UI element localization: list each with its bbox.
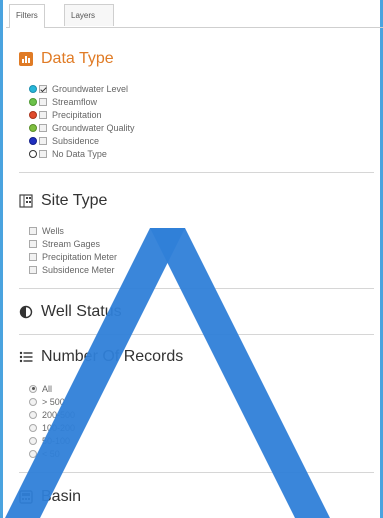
data-type-item-streamflow[interactable]: Streamflow: [29, 96, 97, 107]
records-option-lt-50[interactable]: < 50: [29, 448, 60, 459]
gt-500-radio[interactable]: [29, 397, 37, 406]
no-data-type-checkbox[interactable]: [39, 149, 47, 158]
half-circle-icon: [19, 305, 33, 319]
building-icon: [19, 194, 33, 208]
records-option-all[interactable]: All: [29, 383, 52, 394]
filter-panel: Filters Layers Data Type Groundwater Lev…: [0, 0, 383, 518]
records-option-gt-500[interactable]: > 500: [29, 396, 65, 407]
subsidence-meter-checkbox[interactable]: [29, 265, 37, 274]
basin-header[interactable]: Basin: [19, 488, 81, 506]
bar-chart-icon: [19, 52, 33, 66]
data-type-label: Streamflow: [52, 96, 98, 107]
data-type-label: No Data Type: [52, 148, 107, 159]
site-type-label: Subsidence Meter: [42, 264, 115, 275]
site-type-item-precipitation-meter[interactable]: Precipitation Meter: [29, 251, 117, 262]
precipitation-dot-icon: [29, 110, 37, 119]
subsidence-checkbox[interactable]: [39, 136, 47, 145]
data-type-item-no-data-type[interactable]: No Data Type: [29, 148, 107, 159]
number-of-records-title: Number Of Records: [41, 348, 184, 365]
records-option-label: > 500: [42, 396, 65, 407]
records-option-label: 50-100: [42, 435, 71, 446]
data-type-item-groundwater-level[interactable]: Groundwater Level: [29, 83, 128, 94]
tab-filters[interactable]: Filters: [9, 4, 45, 28]
well-status-header[interactable]: Well Status: [19, 303, 122, 321]
site-type-item-wells[interactable]: Wells: [29, 225, 64, 236]
stream-gages-checkbox[interactable]: [29, 239, 37, 248]
50-100-radio[interactable]: [29, 436, 37, 445]
list-icon: [19, 350, 33, 364]
divider: [19, 172, 374, 173]
data-type-header[interactable]: Data Type: [19, 50, 114, 68]
data-type-title: Data Type: [41, 50, 114, 67]
100-200-radio[interactable]: [29, 423, 37, 432]
200-500-radio[interactable]: [29, 410, 37, 419]
site-type-label: Precipitation Meter: [42, 251, 118, 262]
wells-checkbox[interactable]: [29, 226, 37, 235]
groundwater-level-checkbox[interactable]: [39, 84, 47, 93]
records-option-label: 200-500: [42, 409, 76, 420]
records-option-label: 100-200: [42, 422, 76, 433]
basin-title: Basin: [41, 488, 82, 505]
data-type-label: Precipitation: [52, 109, 102, 120]
no-data-type-dot-icon: [29, 149, 37, 158]
data-type-item-groundwater-quality[interactable]: Groundwater Quality: [29, 122, 135, 133]
site-type-item-stream-gages[interactable]: Stream Gages: [29, 238, 100, 249]
data-type-label: Subsidence: [52, 135, 100, 146]
precipitation-meter-checkbox[interactable]: [29, 252, 37, 261]
records-option-50-100[interactable]: 50-100: [29, 435, 70, 446]
groundwater-quality-checkbox[interactable]: [39, 123, 47, 132]
records-option-100-200[interactable]: 100-200: [29, 422, 75, 433]
data-type-item-subsidence[interactable]: Subsidence: [29, 135, 99, 146]
lt-50-radio[interactable]: [29, 449, 37, 458]
divider: [19, 472, 374, 473]
streamflow-dot-icon: [29, 97, 37, 106]
groundwater-level-dot-icon: [29, 84, 37, 93]
calculator-icon: [19, 490, 33, 504]
tab-bar: Filters Layers: [6, 0, 383, 28]
data-type-item-precipitation[interactable]: Precipitation: [29, 109, 102, 120]
subsidence-dot-icon: [29, 136, 37, 145]
site-type-label: Stream Gages: [42, 238, 101, 249]
site-type-label: Wells: [42, 225, 64, 236]
site-type-title: Site Type: [41, 192, 108, 209]
site-type-header[interactable]: Site Type: [19, 192, 107, 210]
records-option-200-500[interactable]: 200-500: [29, 409, 75, 420]
site-type-item-subsidence-meter[interactable]: Subsidence Meter: [29, 264, 115, 275]
divider: [19, 334, 374, 335]
all-radio[interactable]: [29, 384, 37, 393]
records-option-label: < 50: [42, 448, 60, 459]
well-status-title: Well Status: [41, 303, 122, 320]
tab-layers[interactable]: Layers: [64, 4, 114, 26]
number-of-records-header[interactable]: Number Of Records: [19, 348, 183, 366]
streamflow-checkbox[interactable]: [39, 97, 47, 106]
records-option-label: All: [42, 383, 53, 394]
data-type-label: Groundwater Level: [52, 83, 129, 94]
data-type-label: Groundwater Quality: [52, 122, 135, 133]
divider: [19, 288, 374, 289]
precipitation-checkbox[interactable]: [39, 110, 47, 119]
groundwater-quality-dot-icon: [29, 123, 37, 132]
